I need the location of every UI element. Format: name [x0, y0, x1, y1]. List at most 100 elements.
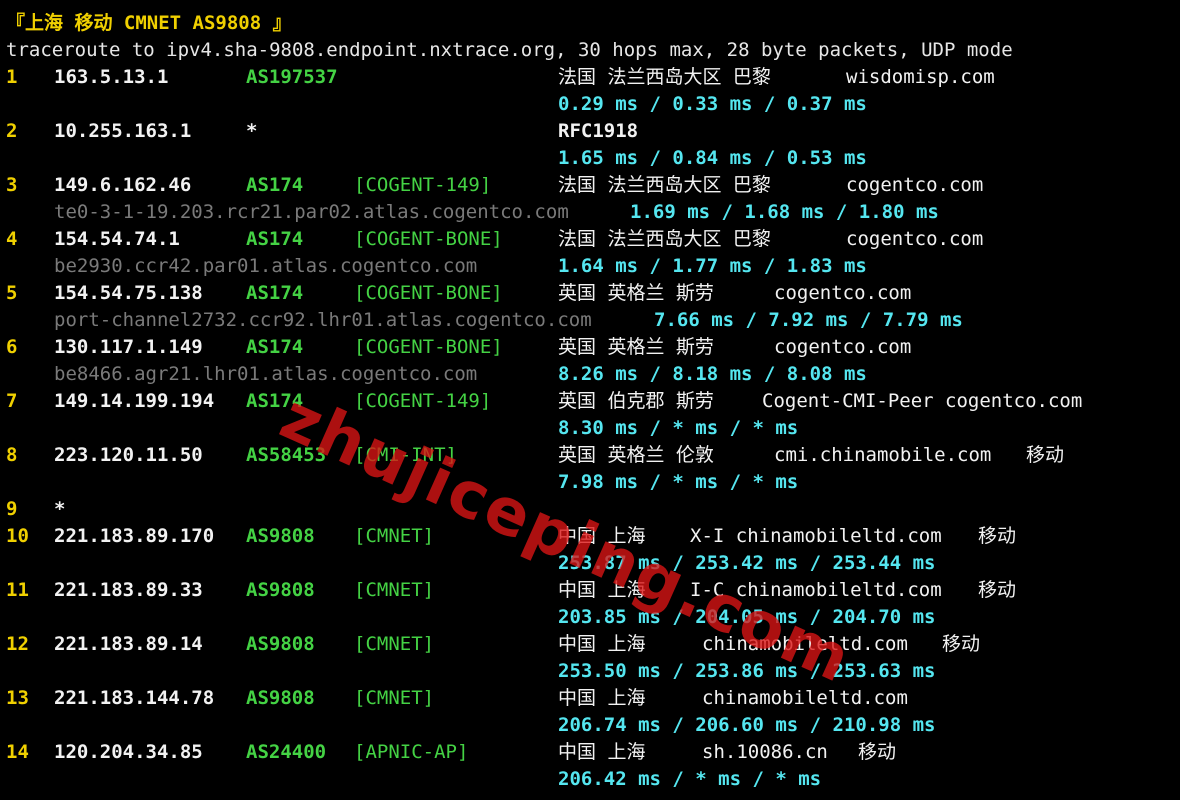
- hop-geo: RFC1918: [558, 120, 639, 142]
- hop-rtt: 206.74 ms / 206.60 ms / 210.98 ms: [558, 714, 936, 736]
- hop-tag: [COGENT-149]: [354, 390, 492, 412]
- hop-asn: AS174: [246, 174, 304, 196]
- hop-isp: 移动: [942, 633, 981, 655]
- hop-number: 5: [6, 282, 18, 304]
- hop-domain: chinamobileltd.com: [702, 633, 908, 655]
- hop-geo: 法国 法兰西岛大区 巴黎: [558, 174, 771, 196]
- hop-ip: 154.54.75.138: [54, 282, 203, 304]
- hop-domain: X-I chinamobileltd.com: [690, 525, 942, 547]
- hop-number: 2: [6, 120, 18, 142]
- hop-asn: AS197537: [246, 66, 338, 88]
- terminal-window[interactable]: 『上海 移动 CMNET AS9808 』 traceroute to ipv4…: [0, 0, 1180, 800]
- hop-hostname: te0-3-1-19.203.rcr21.par02.atlas.cogentc…: [54, 201, 569, 223]
- hop-tag: [CMNET]: [354, 525, 435, 547]
- hop-geo: 英国 伯克郡 斯劳: [558, 390, 714, 412]
- hop-geo: 法国 法兰西岛大区 巴黎: [558, 66, 771, 88]
- hop-tag: [CMNET]: [354, 687, 435, 709]
- hop-ip: 149.6.162.46: [54, 174, 192, 196]
- hop-number: 14: [6, 741, 29, 763]
- hop-number: 6: [6, 336, 18, 358]
- hop-ip: 221.183.89.14: [54, 633, 203, 655]
- hop-domain: Cogent-CMI-Peer cogentco.com: [762, 390, 1083, 412]
- hop-number: 9: [6, 498, 18, 520]
- hop-geo: 中国 上海: [558, 633, 646, 655]
- hop-isp: 移动: [858, 741, 897, 763]
- hop-rtt: 253.87 ms / 253.42 ms / 253.44 ms: [558, 552, 936, 574]
- hop-tag: [COGENT-BONE]: [354, 336, 503, 358]
- hop-asn: AS24400: [246, 741, 327, 763]
- hop-isp: 移动: [978, 579, 1017, 601]
- hop-asn: *: [246, 120, 258, 142]
- trace-title: 『上海 移动 CMNET AS9808 』: [6, 12, 292, 34]
- hop-isp: 移动: [1026, 444, 1065, 466]
- hop-isp: 移动: [978, 525, 1017, 547]
- hop-ip: 221.183.144.78: [54, 687, 215, 709]
- hop-number: 3: [6, 174, 18, 196]
- hop-domain: cmi.chinamobile.com: [774, 444, 992, 466]
- traceroute-command: traceroute to ipv4.sha-9808.endpoint.nxt…: [6, 39, 1013, 61]
- hop-domain: cogentco.com: [846, 228, 984, 250]
- hop-ip: *: [54, 498, 66, 520]
- hop-rtt: 1.65 ms / 0.84 ms / 0.53 ms: [558, 147, 867, 169]
- hop-ip: 149.14.199.194: [54, 390, 215, 412]
- hop-geo: 英国 英格兰 斯劳: [558, 282, 714, 304]
- hop-tag: [CMNET]: [354, 633, 435, 655]
- hop-rtt: 7.98 ms / * ms / * ms: [558, 471, 799, 493]
- hop-number: 1: [6, 66, 18, 88]
- hop-rtt: 1.69 ms / 1.68 ms / 1.80 ms: [630, 201, 939, 223]
- hop-ip: 223.120.11.50: [54, 444, 203, 466]
- hop-tag: [CMNET]: [354, 579, 435, 601]
- hop-ip: 10.255.163.1: [54, 120, 192, 142]
- hop-geo: 法国 法兰西岛大区 巴黎: [558, 228, 771, 250]
- hop-tag: [COGENT-BONE]: [354, 282, 503, 304]
- hop-rtt: 1.64 ms / 1.77 ms / 1.83 ms: [558, 255, 867, 277]
- hop-rtt: 206.42 ms / * ms / * ms: [558, 768, 822, 790]
- hop-number: 11: [6, 579, 29, 601]
- hop-rtt: 8.26 ms / 8.18 ms / 8.08 ms: [558, 363, 867, 385]
- hop-rtt: 0.29 ms / 0.33 ms / 0.37 ms: [558, 93, 867, 115]
- hop-domain: chinamobileltd.com: [702, 687, 908, 709]
- hop-geo: 中国 上海: [558, 579, 646, 601]
- hop-asn: AS9808: [246, 633, 315, 655]
- hop-geo: 中国 上海: [558, 525, 646, 547]
- hop-asn: AS174: [246, 390, 304, 412]
- hop-tag: [APNIC-AP]: [354, 741, 469, 763]
- hop-domain: wisdomisp.com: [846, 66, 995, 88]
- hop-hostname: be2930.ccr42.par01.atlas.cogentco.com: [54, 255, 478, 277]
- hop-asn: AS9808: [246, 579, 315, 601]
- hop-geo: 英国 英格兰 伦敦: [558, 444, 714, 466]
- hop-domain: I-C chinamobileltd.com: [690, 579, 942, 601]
- hop-number: 10: [6, 525, 29, 547]
- hop-hostname: be8466.agr21.lhr01.atlas.cogentco.com: [54, 363, 478, 385]
- hop-tag: [CMI-INT]: [354, 444, 457, 466]
- hop-domain: cogentco.com: [774, 336, 912, 358]
- hop-rtt: 253.50 ms / 253.86 ms / 253.63 ms: [558, 660, 936, 682]
- hop-number: 4: [6, 228, 18, 250]
- hop-asn: AS9808: [246, 687, 315, 709]
- hop-asn: AS58453: [246, 444, 327, 466]
- hop-asn: AS174: [246, 282, 304, 304]
- hop-ip: 120.204.34.85: [54, 741, 203, 763]
- hop-number: 8: [6, 444, 18, 466]
- hop-number: 7: [6, 390, 18, 412]
- hop-domain: cogentco.com: [774, 282, 912, 304]
- hop-asn: AS174: [246, 336, 304, 358]
- hop-geo: 英国 英格兰 斯劳: [558, 336, 714, 358]
- hop-rtt: 8.30 ms / * ms / * ms: [558, 417, 799, 439]
- hop-geo: 中国 上海: [558, 687, 646, 709]
- hop-ip: 163.5.13.1: [54, 66, 169, 88]
- hop-rtt: 203.85 ms / 204.05 ms / 204.70 ms: [558, 606, 936, 628]
- hop-tag: [COGENT-149]: [354, 174, 492, 196]
- hop-number: 13: [6, 687, 29, 709]
- hop-asn: AS174: [246, 228, 304, 250]
- hop-ip: 130.117.1.149: [54, 336, 203, 358]
- hop-tag: [COGENT-BONE]: [354, 228, 503, 250]
- hop-ip: 154.54.74.1: [54, 228, 180, 250]
- hop-rtt: 7.66 ms / 7.92 ms / 7.79 ms: [654, 309, 963, 331]
- hop-number: 12: [6, 633, 29, 655]
- hop-ip: 221.183.89.33: [54, 579, 203, 601]
- hop-hostname: port-channel2732.ccr92.lhr01.atlas.cogen…: [54, 309, 592, 331]
- hop-domain: cogentco.com: [846, 174, 984, 196]
- hop-ip: 221.183.89.170: [54, 525, 215, 547]
- hop-geo: 中国 上海: [558, 741, 646, 763]
